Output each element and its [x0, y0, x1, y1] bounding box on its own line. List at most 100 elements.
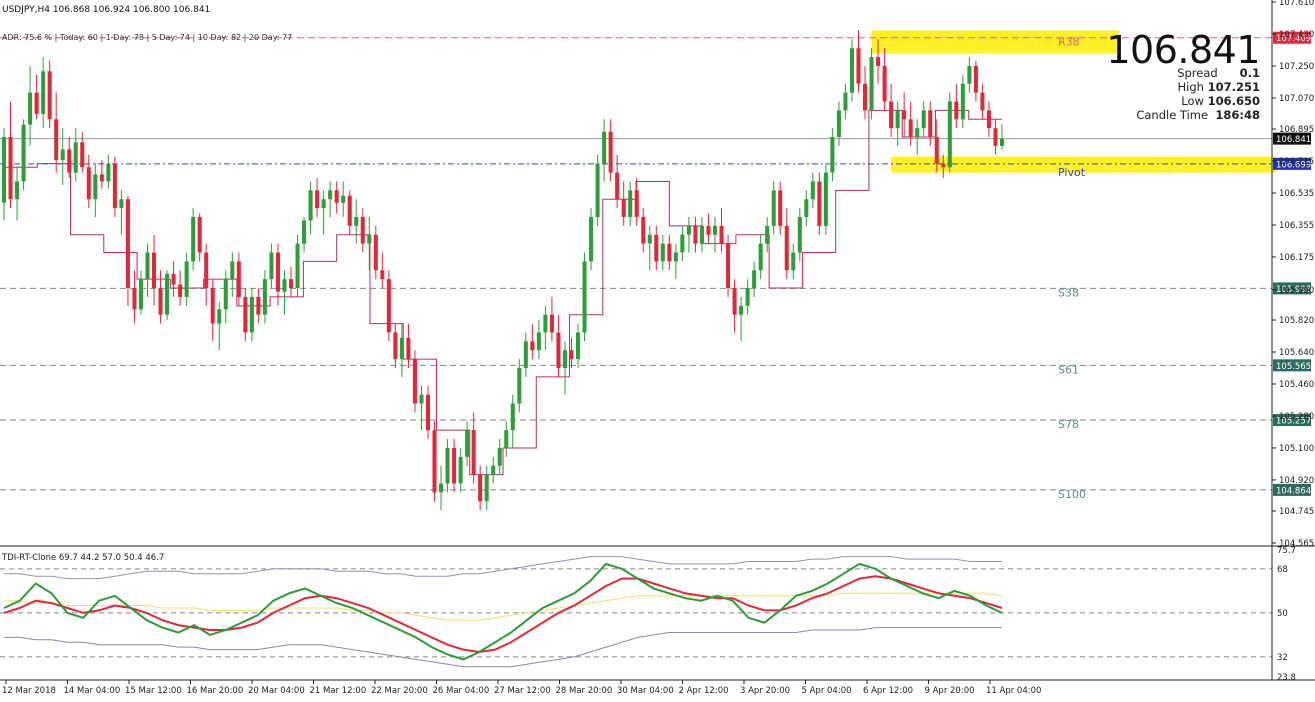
candle: [980, 83, 985, 120]
candle: [491, 456, 496, 484]
candle-body: [810, 181, 815, 200]
candle-body: [823, 172, 828, 226]
candle-body: [197, 216, 202, 253]
candle-time-row: Candle Time 186:48: [1080, 108, 1260, 122]
y-tick-label: 105.820: [1279, 316, 1314, 326]
candle: [667, 234, 672, 271]
candle-body: [889, 101, 894, 129]
candle: [60, 128, 65, 185]
candle: [810, 172, 815, 209]
candle: [341, 181, 346, 217]
candle: [589, 208, 594, 271]
candle: [28, 65, 33, 146]
candle-body: [628, 190, 633, 217]
candle-body: [328, 190, 333, 200]
candle-body: [595, 163, 600, 217]
candle-body: [778, 190, 783, 226]
candle: [425, 385, 431, 440]
candle-body: [393, 332, 398, 360]
candle: [575, 323, 581, 368]
candle: [302, 216, 307, 253]
candle-body: [386, 279, 391, 333]
candle: [523, 332, 528, 377]
tdi-series-line: [4, 627, 1002, 668]
candle: [999, 124, 1005, 150]
x-tick-label: 2 Apr 12:00: [679, 686, 729, 696]
candle-body: [80, 142, 85, 168]
low-label: Low: [1181, 94, 1204, 108]
candle: [608, 119, 613, 182]
y-tick-label: 107.070: [1279, 94, 1314, 104]
candle: [360, 208, 365, 253]
candle-body: [41, 71, 46, 114]
tdi-panel[interactable]: TDI-RT-Clone 69.7 44.2 57.0 50.4 46.7: [0, 553, 1272, 668]
candle-body: [660, 243, 665, 262]
candle-body: [830, 137, 835, 173]
candle-body: [530, 341, 535, 351]
candle: [549, 296, 554, 342]
candle: [869, 48, 874, 120]
candle-body: [145, 252, 150, 280]
candle-body: [706, 225, 711, 235]
candle: [204, 243, 209, 306]
candle-body: [347, 195, 352, 226]
candle-body: [425, 394, 431, 431]
adr-line: ADR: 75.6 % | Today: 60 | 1 Day: 78 | 5 …: [2, 33, 293, 42]
candle: [582, 252, 587, 342]
candle: [223, 270, 228, 324]
candle: [93, 163, 98, 217]
candle: [67, 137, 72, 178]
level-name-label: S61: [1058, 363, 1079, 376]
candle-body: [934, 137, 939, 164]
spread-label: Spread: [1177, 66, 1218, 80]
candle-body: [484, 474, 489, 502]
candle-body: [223, 279, 228, 310]
candle-body: [256, 296, 261, 315]
candle: [145, 243, 150, 297]
candle-body: [93, 174, 98, 200]
candle: [152, 234, 157, 306]
candle: [125, 195, 130, 306]
level-name-label: Pivot: [1058, 166, 1086, 179]
level-name-label: S100: [1058, 488, 1086, 501]
candle-body: [543, 314, 548, 333]
candle: [706, 213, 711, 244]
candle-body: [262, 279, 267, 315]
candle: [445, 439, 450, 493]
candle: [960, 74, 965, 129]
candle: [236, 252, 241, 306]
candle: [165, 270, 170, 321]
candle: [693, 216, 698, 253]
candle: [21, 119, 26, 191]
candle: [439, 465, 444, 511]
candle-body: [517, 367, 522, 404]
candle-body: [504, 430, 509, 448]
tdi-tick-label: 32: [1277, 653, 1288, 663]
tdi-tick-label: 68: [1277, 565, 1288, 575]
candle: [112, 156, 117, 217]
candle: [530, 323, 535, 360]
candle-body: [138, 279, 144, 310]
candle: [921, 101, 926, 138]
candle: [628, 181, 633, 226]
candle-body: [941, 163, 946, 168]
y-tick-label: 105.990: [1279, 286, 1314, 296]
candle: [862, 65, 868, 120]
x-tick-label: 11 Apr 04:00: [986, 686, 1041, 696]
candle-body: [439, 483, 444, 493]
candle: [889, 83, 894, 138]
y-tick-label: 107.250: [1279, 62, 1314, 72]
price-tag-label: 104.864: [1276, 486, 1311, 496]
candle: [895, 101, 900, 146]
candle-body: [178, 284, 183, 297]
candle: [654, 225, 659, 271]
level-name-label: S38: [1058, 286, 1079, 299]
candle-body: [882, 65, 887, 102]
x-tick-label: 15 Mar 12:00: [125, 686, 182, 696]
candle: [556, 314, 561, 377]
candle: [321, 190, 326, 235]
candle-body: [726, 243, 731, 289]
candle-body: [321, 199, 326, 209]
candle: [504, 421, 509, 457]
candle-body: [158, 288, 163, 315]
